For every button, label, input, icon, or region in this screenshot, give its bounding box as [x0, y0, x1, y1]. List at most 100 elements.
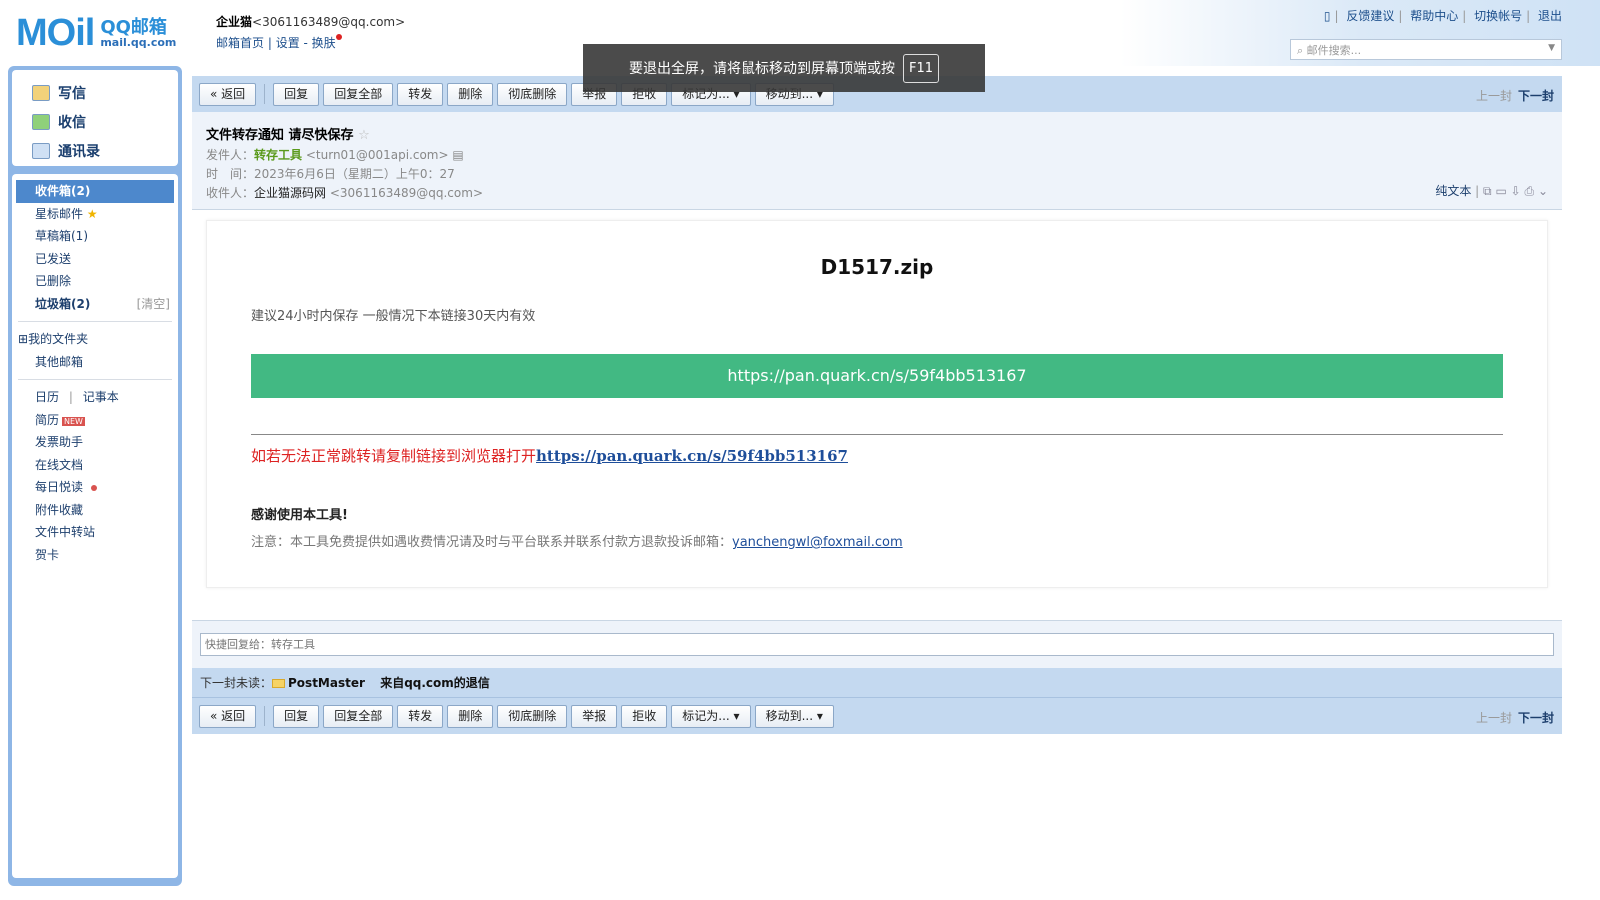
- other-mailboxes[interactable]: 其他邮箱: [16, 351, 174, 374]
- logo-sub: QQ邮箱: [100, 17, 167, 38]
- divider: [18, 321, 172, 322]
- delete-button[interactable]: 删除: [447, 82, 494, 106]
- mark-as-dropdown[interactable]: 标记为... ▾: [671, 704, 751, 728]
- folder-inbox[interactable]: 收件箱(2): [16, 180, 174, 203]
- user-email: <3061163489@qq.com>: [252, 15, 406, 29]
- folder-sent[interactable]: 已发送: [16, 248, 174, 271]
- notes-link[interactable]: 记事本: [83, 390, 119, 404]
- user-info: 企业猫<3061163489@qq.com> 邮箱首页 | 设置 - 换肤: [216, 15, 406, 50]
- app-label: 简历: [35, 412, 60, 427]
- next-mail-link[interactable]: 下一封: [1518, 89, 1554, 103]
- calendar-link[interactable]: 日历: [35, 390, 59, 404]
- envelope-icon: [272, 679, 286, 688]
- new-window-icon[interactable]: ⧉: [1483, 184, 1492, 198]
- receive-label: 收信: [58, 114, 86, 131]
- download-link-button[interactable]: https://pan.quark.cn/s/59f4bb513167: [251, 354, 1503, 398]
- receive-button[interactable]: 收信: [32, 107, 178, 136]
- contacts-label: 通讯录: [58, 143, 100, 160]
- sender-email: <turn01@001api.com>: [305, 148, 449, 162]
- forward-button[interactable]: 转发: [397, 704, 444, 728]
- app-label: 每日悦读: [35, 480, 84, 494]
- next-unread-label: 下一封未读：: [200, 676, 273, 690]
- next-unread-subject[interactable]: 来自qq.com的退信: [380, 676, 490, 690]
- contacts-icon: [32, 142, 50, 159]
- new-badge: NEW: [62, 416, 85, 426]
- app-cards[interactable]: 贺卡: [16, 544, 174, 567]
- report-button[interactable]: 举报: [571, 704, 618, 728]
- folder-starred[interactable]: 星标邮件 ★: [16, 203, 174, 226]
- back-button[interactable]: « 返回: [199, 82, 257, 106]
- next-mail-link[interactable]: 下一封: [1518, 711, 1554, 725]
- compose-button[interactable]: 写信: [32, 78, 178, 107]
- reply-all-button[interactable]: 回复全部: [323, 82, 394, 106]
- chevron-down-icon[interactable]: ⌄: [1538, 184, 1548, 198]
- mail-search-input[interactable]: ⌕ 邮件搜索... ▼: [1290, 39, 1562, 60]
- sender-name[interactable]: 转存工具: [254, 148, 302, 162]
- app-file-transfer[interactable]: 文件中转站: [16, 521, 174, 544]
- folder-label: 星标邮件: [35, 206, 84, 221]
- contacts-button[interactable]: 通讯录: [32, 136, 178, 165]
- folder-label: 垃圾箱(2): [35, 296, 91, 311]
- chevron-down-icon[interactable]: ▼: [1548, 43, 1555, 53]
- plain-text-link[interactable]: 纯文本: [1435, 184, 1471, 198]
- feedback-link[interactable]: 反馈建议: [1346, 9, 1394, 23]
- mark-as-label: 标记为...: [682, 708, 730, 723]
- complaint-email-link[interactable]: yanchengwl@foxmail.com: [732, 535, 903, 550]
- contact-card-icon[interactable]: ▤: [452, 148, 463, 162]
- prev-mail-link[interactable]: 上一封: [1476, 89, 1512, 103]
- save-tip: 建议24小时内保存 一般情况下本链接30天内有效: [251, 309, 536, 324]
- logo-domain: mail.qq.com: [100, 36, 177, 49]
- reject-button[interactable]: 拒收: [621, 704, 668, 728]
- notification-dot: [335, 34, 342, 40]
- top-links: ▯ | 反馈建议 | 帮助中心 | 切换帐号 | 退出: [1323, 9, 1562, 23]
- logout-link[interactable]: 退出: [1538, 9, 1562, 23]
- back-button[interactable]: « 返回: [199, 704, 257, 728]
- my-folders[interactable]: ⊞我的文件夹: [16, 328, 174, 351]
- unread-dot: [90, 484, 97, 491]
- print-icon[interactable]: ⎙: [1525, 184, 1535, 198]
- phone-icon[interactable]: ▯: [1324, 9, 1331, 23]
- fallback-link[interactable]: https://pan.quark.cn/s/59f4bb513167: [536, 447, 848, 465]
- permanent-delete-button[interactable]: 彻底删除: [497, 704, 568, 728]
- delete-button[interactable]: 删除: [447, 704, 494, 728]
- help-link[interactable]: 帮助中心: [1410, 9, 1458, 23]
- recipient-email: <3061163489@qq.com>: [329, 186, 483, 200]
- skin-link[interactable]: 换肤: [312, 36, 336, 50]
- divider: [251, 434, 1503, 435]
- reply-button[interactable]: 回复: [273, 704, 320, 728]
- note-text: 注意：本工具免费提供如遇收费情况请及时与平台联系并联系付款方退款投诉邮箱：: [251, 535, 733, 550]
- next-unread-bar: 下一封未读： PostMaster 来自qq.com的退信: [192, 668, 1562, 698]
- quick-reply-input[interactable]: [200, 633, 1554, 656]
- reply-button[interactable]: 回复: [273, 82, 320, 106]
- inbox-icon: [32, 113, 50, 130]
- download-icon[interactable]: ⇩: [1511, 184, 1521, 198]
- qq-mail-logo[interactable]: MOil QQ邮箱 mail.qq.com: [16, 12, 176, 55]
- forward-button[interactable]: 转发: [397, 82, 444, 106]
- pencil-icon: [32, 84, 50, 101]
- to-label: 收件人：: [206, 186, 255, 200]
- document-icon[interactable]: ▭: [1495, 184, 1506, 198]
- folder-spam[interactable]: 垃圾箱(2) [清空]: [16, 293, 174, 316]
- sidebar: 写信 收信 通讯录 收件箱(2) 星标邮件 ★ 草稿箱(1) 已发送 已删除 垃…: [8, 66, 182, 886]
- app-resume[interactable]: 简历 NEW: [16, 409, 174, 432]
- settings-link[interactable]: 设置: [276, 36, 300, 50]
- switch-account-link[interactable]: 切换帐号: [1474, 9, 1522, 23]
- star-icon[interactable]: ☆: [358, 128, 370, 143]
- mail-time: 2023年6月6日（星期二）上午0：27: [254, 167, 455, 181]
- reply-all-button[interactable]: 回复全部: [323, 704, 394, 728]
- move-to-dropdown[interactable]: 移动到... ▾: [754, 704, 834, 728]
- app-invoice[interactable]: 发票助手: [16, 431, 174, 454]
- mail-home-link[interactable]: 邮箱首页: [216, 36, 264, 50]
- app-daily-read[interactable]: 每日悦读: [16, 476, 174, 499]
- app-attachments[interactable]: 附件收藏: [16, 499, 174, 522]
- mail-body: D1517.zip 建议24小时内保存 一般情况下本链接30天内有效 https…: [192, 210, 1562, 620]
- next-unread-sender[interactable]: PostMaster: [288, 676, 365, 690]
- permanent-delete-button[interactable]: 彻底删除: [497, 82, 568, 106]
- expand-icon[interactable]: ⊞: [18, 332, 28, 346]
- empty-spam-link[interactable]: [清空]: [137, 293, 170, 315]
- app-docs[interactable]: 在线文档: [16, 454, 174, 477]
- prev-mail-link[interactable]: 上一封: [1476, 711, 1512, 725]
- folder-deleted[interactable]: 已删除: [16, 270, 174, 293]
- recipient-name[interactable]: 企业猫源码网: [254, 186, 326, 200]
- folder-drafts[interactable]: 草稿箱(1): [16, 225, 174, 248]
